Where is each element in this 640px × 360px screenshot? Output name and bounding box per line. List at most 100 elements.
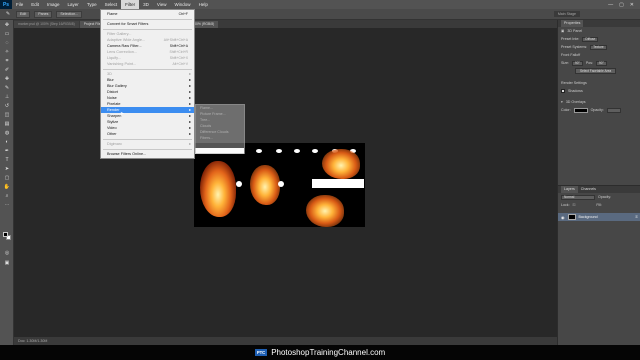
lasso-tool-icon[interactable]: ◌ <box>0 38 14 47</box>
hand-tool-icon[interactable]: ✋ <box>0 182 14 191</box>
layer-name: Background <box>578 215 598 219</box>
edit-button[interactable]: Edit <box>16 10 31 18</box>
menu-separator <box>103 28 192 30</box>
menu-item-label: Distort <box>107 90 118 94</box>
more-tools-icon[interactable]: ⋯ <box>0 200 14 209</box>
size-field[interactable]: 90° <box>572 60 583 66</box>
close-icon[interactable]: ✕ <box>630 2 634 8</box>
lock-icon[interactable]: ⚿ <box>573 203 576 207</box>
path-select-tool-icon[interactable]: ➤ <box>0 164 14 173</box>
light-dot <box>276 149 282 153</box>
preset-systems-select[interactable]: Texture <box>590 44 607 50</box>
gradient-tool-icon[interactable]: ▤ <box>0 119 14 128</box>
canvas-area[interactable] <box>14 28 557 337</box>
properties-title-row: ▣ 3D Panel <box>558 27 640 35</box>
brush-tool-icon[interactable]: ✎ <box>0 83 14 92</box>
right-panel-dock: Properties ▣ 3D Panel Preset Inte: Diffu… <box>557 20 640 345</box>
menu-help[interactable]: Help <box>195 0 212 9</box>
menu-separator <box>103 148 192 150</box>
pos-label: Pos: <box>585 61 594 65</box>
chevron-down-icon[interactable]: ▾ <box>561 100 563 104</box>
render-submenu-item[interactable]: Fibers... <box>196 135 244 141</box>
quick-select-tool-icon[interactable]: ✧ <box>0 47 14 56</box>
blend-mode-select[interactable]: Normal <box>561 194 595 200</box>
shadows-checkbox[interactable] <box>561 89 565 93</box>
select-area-button[interactable]: Select Facetable Area <box>575 68 617 74</box>
menu-item-label: Pixelate <box>107 102 121 106</box>
quick-mask-icon[interactable]: ◎ <box>0 248 14 257</box>
menu-file[interactable]: File <box>12 0 27 9</box>
document-canvas[interactable] <box>194 143 365 227</box>
menu-view[interactable]: View <box>153 0 171 9</box>
filter-menu-item[interactable]: Flame Ctrl+F <box>101 11 194 17</box>
menu-image[interactable]: Image <box>43 0 64 9</box>
opacity-field[interactable] <box>606 107 621 113</box>
workspace-select[interactable]: Main Stage <box>553 11 580 17</box>
tab-channels[interactable]: Channels <box>578 186 599 193</box>
menu-item-label: Filter Gallery... <box>107 32 132 36</box>
menu-item-label: Video <box>107 126 117 130</box>
shadows-label: Shadows <box>568 89 583 93</box>
crop-tool-icon[interactable]: ⌗ <box>0 56 14 65</box>
lock-icon: ⚿ <box>635 215 638 219</box>
foreground-color-swatch[interactable] <box>3 232 8 237</box>
stamp-tool-icon[interactable]: ⊥ <box>0 92 14 101</box>
filter-menu-item[interactable]: Convert for Smart Filters <box>101 21 194 27</box>
selection-button[interactable]: Selection... <box>56 10 83 18</box>
flame-render <box>200 161 236 217</box>
light-dot <box>236 181 242 187</box>
layer-opacity-label: Opacity: <box>598 195 612 199</box>
menu-3d[interactable]: 3D <box>139 0 153 9</box>
document-tab[interactable]: marker.psd @ 100% (Step 16/RGB/8) <box>14 21 79 28</box>
color-row: Color: Opacity: <box>558 106 640 114</box>
photoshop-window: Ps File Edit Image Layer Type Select Fil… <box>0 0 640 345</box>
menu-edit[interactable]: Edit <box>27 0 43 9</box>
preset-systems-label: Preset Systems: <box>561 45 588 49</box>
preset-systems-row: Preset Systems: Texture <box>558 43 640 51</box>
options-bar: ✎ Edit Panes Selection... Main Stage <box>0 9 640 20</box>
menu-select[interactable]: Select <box>101 0 122 9</box>
menu-window[interactable]: Window <box>171 0 195 9</box>
filter-menu-item[interactable]: Browse Filters Online... <box>101 151 194 157</box>
minimize-icon[interactable]: — <box>608 2 613 8</box>
layer-row-background[interactable]: ◉ Background ⚿ <box>558 213 640 221</box>
filter-menu-item[interactable]: Other ▸ <box>101 131 194 137</box>
tab-properties[interactable]: Properties <box>561 20 584 27</box>
maximize-icon[interactable]: ▢ <box>619 2 624 8</box>
move-tool-icon[interactable]: ✥ <box>0 20 14 29</box>
healing-tool-icon[interactable]: ✚ <box>0 74 14 83</box>
menu-separator <box>103 138 192 140</box>
layer-filter-row: Normal Opacity: <box>558 193 640 201</box>
type-tool-icon[interactable]: T <box>0 155 14 164</box>
pen-tool-icon[interactable]: ✒ <box>0 146 14 155</box>
shape-tool-icon[interactable]: ▢ <box>0 173 14 182</box>
pos-field[interactable]: 90° <box>596 60 607 66</box>
eraser-tool-icon[interactable]: ◫ <box>0 110 14 119</box>
size-row: Size: 90° Pos: 90° <box>558 59 640 67</box>
mouse-cursor-icon: ➤ <box>120 111 125 117</box>
tab-layers[interactable]: Layers <box>561 186 578 193</box>
brush-tool-icon[interactable]: ✎ <box>4 10 12 19</box>
screen-mode-icon[interactable]: ▣ <box>0 258 14 267</box>
panes-button[interactable]: Panes <box>34 10 53 18</box>
menu-item-label: Stylize <box>107 120 119 124</box>
eyedropper-tool-icon[interactable]: ✐ <box>0 65 14 74</box>
menu-bar: Ps File Edit Image Layer Type Select Fil… <box>0 0 640 9</box>
menu-type[interactable]: Type <box>83 0 101 9</box>
preset-select[interactable]: Diffuse <box>582 36 599 42</box>
history-brush-tool-icon[interactable]: ↺ <box>0 101 14 110</box>
tools-panel: ✥ ▭ ◌ ✧ ⌗ ✐ ✚ ✎ ⊥ ↺ ◫ ▤ ◍ ◐ ✒ T ➤ ▢ ✋ ⌕ … <box>0 20 14 345</box>
dodge-tool-icon[interactable]: ◐ <box>0 137 14 146</box>
eye-icon[interactable]: ◉ <box>561 215 565 220</box>
submenu-arrow-icon: ▸ <box>189 142 191 146</box>
menu-item-label: Flame <box>107 12 118 16</box>
zoom-tool-icon[interactable]: ⌕ <box>0 191 14 200</box>
blur-tool-icon[interactable]: ◍ <box>0 128 14 137</box>
marquee-tool-icon[interactable]: ▭ <box>0 29 14 38</box>
menu-filter[interactable]: Filter <box>121 0 140 9</box>
color-swatch[interactable] <box>573 107 588 113</box>
shadows-row: Shadows <box>558 87 640 95</box>
menu-item-label: Other <box>107 132 117 136</box>
button-row: Select Facetable Area <box>558 67 640 75</box>
menu-layer[interactable]: Layer <box>64 0 83 9</box>
